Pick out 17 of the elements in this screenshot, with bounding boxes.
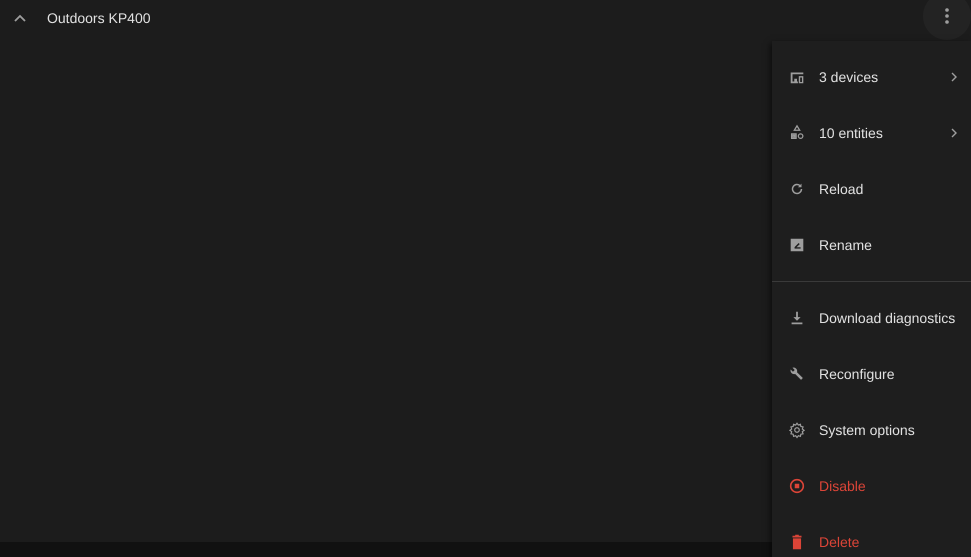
menu-item[interactable]: Reconfigure bbox=[772, 346, 971, 402]
menu-item[interactable]: 3 devices bbox=[772, 49, 971, 105]
pencil-icon bbox=[788, 236, 806, 254]
menu-item[interactable]: 10 entities bbox=[772, 105, 971, 161]
device-title: Outdoors KP400 bbox=[47, 10, 151, 26]
chevron-right-icon bbox=[949, 128, 959, 138]
menu-item[interactable]: System options bbox=[772, 402, 971, 458]
shapes-icon bbox=[788, 124, 806, 142]
menu-item[interactable]: Disable bbox=[772, 458, 971, 514]
menu-item[interactable]: Delete bbox=[772, 514, 971, 557]
menu-item[interactable]: Download diagnostics bbox=[772, 290, 971, 346]
chevron-right-icon bbox=[949, 72, 959, 82]
more-vertical-icon bbox=[945, 8, 949, 24]
stop-circle-icon bbox=[788, 477, 806, 495]
menu-item[interactable]: Rename bbox=[772, 217, 971, 273]
settings-icon bbox=[788, 421, 806, 439]
menu-item[interactable]: Reload bbox=[772, 161, 971, 217]
